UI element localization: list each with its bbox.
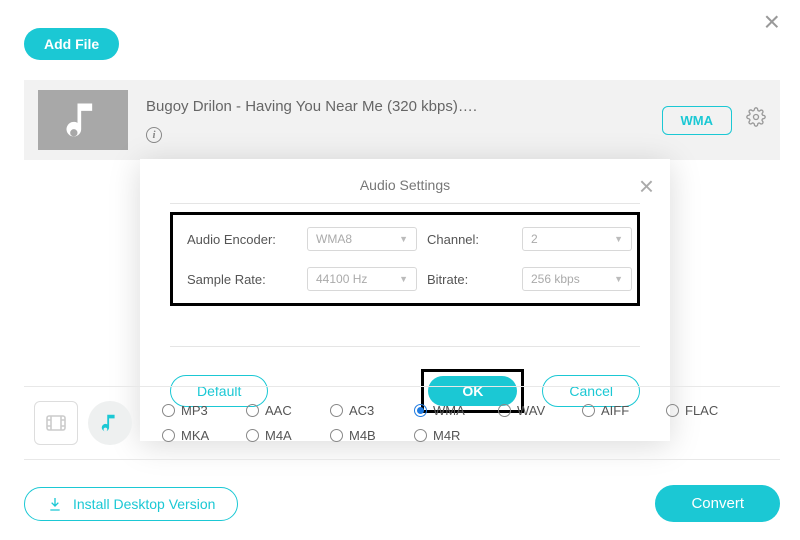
format-label: FLAC [685,403,718,418]
install-desktop-button[interactable]: Install Desktop Version [24,487,238,521]
bitrate-select[interactable]: 256 kbps ▼ [522,267,632,291]
format-options: MP3 AAC AC3 WMA WAV AIFF FLAC MKA M4A M4B M4R [162,403,750,443]
radio-icon [330,404,343,417]
format-option-aiff[interactable]: AIFF [582,403,666,418]
format-option-mka[interactable]: MKA [162,428,246,443]
radio-icon [330,429,343,442]
chevron-down-icon: ▼ [614,234,623,244]
file-row: Bugoy Drilon - Having You Near Me (320 k… [24,80,780,160]
bitrate-label: Bitrate: [427,272,512,287]
radio-icon [498,404,511,417]
format-label: WMA [433,403,465,418]
format-label: M4A [265,428,292,443]
channel-label: Channel: [427,232,512,247]
sample-rate-value: 44100 Hz [316,272,367,286]
gear-icon[interactable] [746,107,766,133]
channel-value: 2 [531,232,538,246]
format-label: AIFF [601,403,629,418]
bitrate-value: 256 kbps [531,272,580,286]
format-option-m4a[interactable]: M4A [246,428,330,443]
format-option-wma[interactable]: WMA [414,403,498,418]
format-selector-row: MP3 AAC AC3 WMA WAV AIFF FLAC MKA M4A M4B M4R [24,386,780,460]
settings-highlight-box: Audio Encoder: WMA8 ▼ Channel: 2 ▼ Sampl… [170,212,640,306]
radio-icon [666,404,679,417]
format-label: AAC [265,403,292,418]
bottom-bar: Install Desktop Version Convert [24,485,780,522]
format-badge[interactable]: WMA [662,106,733,135]
audio-encoder-value: WMA8 [316,232,352,246]
music-note-icon [61,98,105,142]
format-option-ac3[interactable]: AC3 [330,403,414,418]
video-mode-button[interactable] [34,401,78,445]
chevron-down-icon: ▼ [399,274,408,284]
format-label: M4B [349,428,376,443]
format-label: M4R [433,428,460,443]
modal-close-icon[interactable]: × [639,171,654,202]
channel-select[interactable]: 2 ▼ [522,227,632,251]
install-desktop-label: Install Desktop Version [73,496,215,512]
format-label: AC3 [349,403,374,418]
audio-encoder-label: Audio Encoder: [187,232,297,247]
format-option-aac[interactable]: AAC [246,403,330,418]
close-icon[interactable]: × [764,8,780,36]
audio-mode-button[interactable] [88,401,132,445]
sample-rate-label: Sample Rate: [187,272,297,287]
file-title: Bugoy Drilon - Having You Near Me (320 k… [146,98,662,115]
radio-icon [162,429,175,442]
format-option-m4b[interactable]: M4B [330,428,414,443]
add-file-button[interactable]: Add File [24,28,119,60]
format-label: MKA [181,428,209,443]
format-label: MP3 [181,403,208,418]
format-option-m4r[interactable]: M4R [414,428,498,443]
radio-icon [162,404,175,417]
radio-icon [582,404,595,417]
format-label: WAV [517,403,545,418]
format-option-wav[interactable]: WAV [498,403,582,418]
chevron-down-icon: ▼ [614,274,623,284]
radio-icon [246,429,259,442]
file-info: Bugoy Drilon - Having You Near Me (320 k… [146,98,662,143]
radio-icon [246,404,259,417]
file-thumbnail [38,90,128,150]
chevron-down-icon: ▼ [399,234,408,244]
radio-icon [414,429,427,442]
convert-button[interactable]: Convert [655,485,780,522]
sample-rate-select[interactable]: 44100 Hz ▼ [307,267,417,291]
radio-icon [414,404,427,417]
download-icon [47,496,63,512]
modal-title: Audio Settings [170,177,640,204]
format-option-flac[interactable]: FLAC [666,403,750,418]
format-option-mp3[interactable]: MP3 [162,403,246,418]
info-icon[interactable]: i [146,127,162,143]
audio-encoder-select[interactable]: WMA8 ▼ [307,227,417,251]
